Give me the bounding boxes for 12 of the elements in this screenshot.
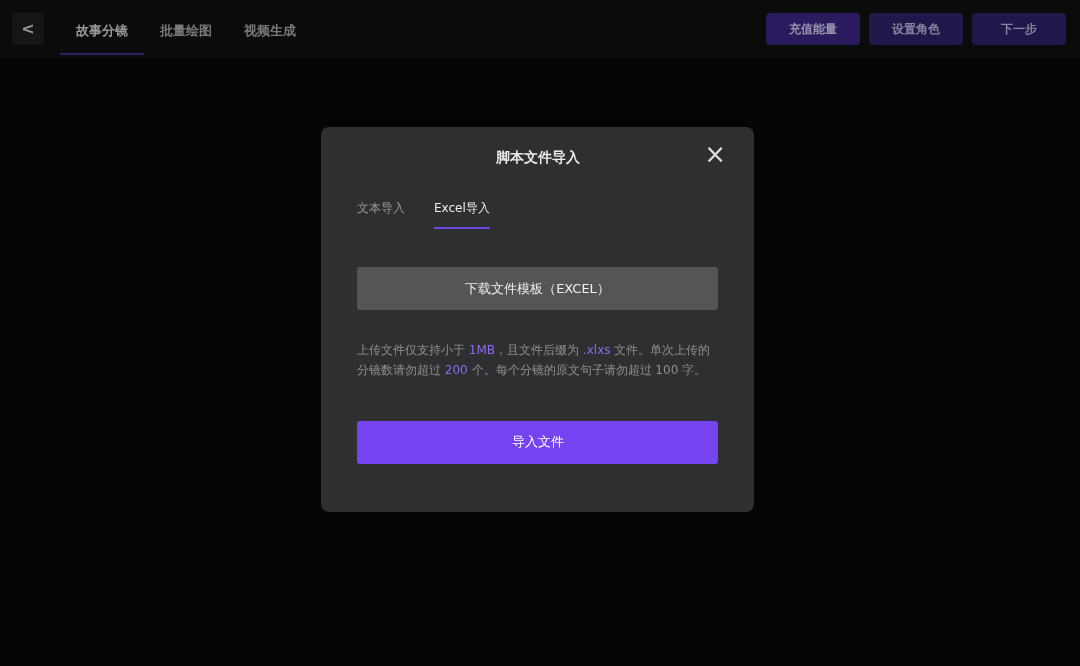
import-tab[interactable]: Excel导入	[434, 198, 490, 229]
dialog-title: 脚本文件导入	[495, 149, 580, 166]
download-template-button[interactable]: 下载文件模板（EXCEL）	[357, 266, 718, 310]
close-button[interactable]: ×	[702, 141, 728, 167]
import-file-button[interactable]: 导入文件	[357, 420, 718, 464]
import-tab[interactable]: 文本导入	[357, 198, 405, 229]
nav-tab[interactable]: 批量绘图	[144, 7, 228, 55]
nav-tab[interactable]: 视频生成	[228, 7, 312, 55]
nav-tab[interactable]: 故事分镜	[60, 7, 144, 55]
upload-note: 上传文件仅支持小于 1MB，且文件后缀为 .xlxs 文件。单次上传的分镜数请勿超过 200 个。每个分镜的原文句子请勿超过 100 字。	[357, 341, 712, 380]
back-button[interactable]: <	[12, 13, 44, 45]
toolbar-button[interactable]: 充值能量	[766, 13, 860, 45]
